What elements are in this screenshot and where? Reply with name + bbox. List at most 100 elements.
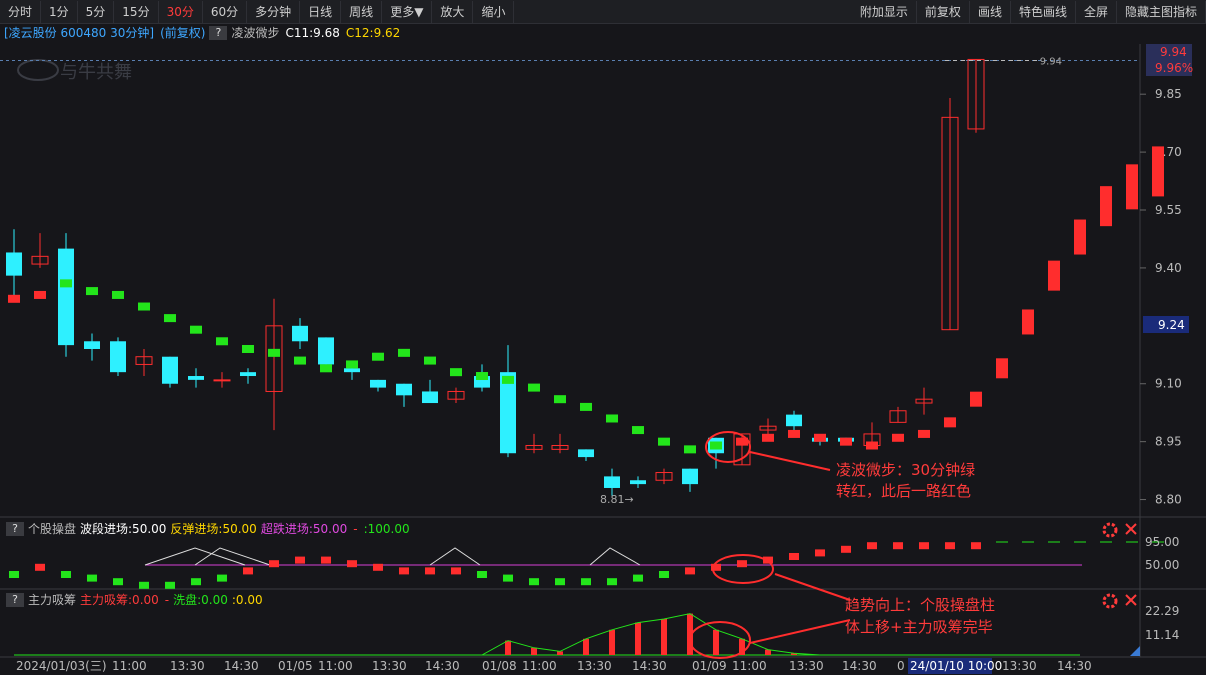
lingbo-mark-36 [944, 417, 956, 428]
sub1-bar-17 [451, 567, 461, 575]
sub1-zigzag-2 [429, 547, 481, 566]
sub1-zigzag-1 [194, 547, 271, 566]
lingbo-mark-16 [424, 356, 436, 365]
stock-chart-app: 分时 1分 5分 15分 30分 60分 多分钟 日线 周线 更多▼ 放大 缩小 附加显示 前复权 画线特… [0, 0, 1206, 675]
lingbo-mark-44 [1152, 146, 1164, 197]
sub1-name[interactable]: 个股操盘 [28, 521, 76, 537]
close-icon-1[interactable] [1125, 523, 1137, 535]
time-label-7: 14:30 [425, 659, 460, 673]
candle-body-6 [162, 356, 178, 384]
sub2-tick-11: 11.14 [1145, 628, 1179, 642]
sub2-bar-19 [505, 640, 511, 655]
gear-icon-2[interactable] [1102, 593, 1118, 609]
lingbo-mark-13 [346, 360, 358, 369]
sub1-tick-50: 50.00 [1145, 558, 1179, 572]
sub1-bar-20 [529, 578, 539, 586]
lingbo-mark-27 [710, 441, 722, 450]
candle-body-3 [84, 341, 100, 349]
candle-body-0 [6, 252, 22, 276]
lingbo-mark-12 [320, 364, 332, 373]
sub2-name[interactable]: 主力吸筹 [28, 592, 76, 608]
sub1-bar-12 [321, 556, 331, 564]
sub2-tick-22: 22.29 [1145, 604, 1179, 618]
sub1-bar-36 [945, 542, 955, 550]
time-label-14: 13:30 [789, 659, 824, 673]
annot-text-sub-2: 体上移+主力吸筹完毕 [845, 618, 993, 636]
sub1-bar-9 [243, 567, 253, 575]
sub1-bar-30 [789, 553, 799, 560]
lingbo-mark-33 [866, 441, 878, 450]
candle-body-19 [500, 372, 516, 454]
sub1-bar-35 [919, 542, 929, 550]
sub2-l2: - [164, 593, 170, 607]
sub1-l5: :100.00 [363, 522, 410, 536]
sub1-bar-24 [633, 574, 643, 582]
candle-body-2 [58, 248, 74, 346]
top-price-text: 9.94 [1160, 45, 1187, 59]
sub2-help-icon[interactable]: ? [6, 593, 24, 607]
lingbo-mark-14 [372, 352, 384, 361]
sub1-bar-11 [295, 556, 305, 564]
sub1-bar-8 [217, 574, 227, 582]
sub1-bar-5 [139, 581, 149, 589]
sub1-bar-33 [867, 542, 877, 550]
watermark-logo [17, 59, 59, 81]
lingbo-mark-43 [1126, 164, 1138, 210]
time-label-6: 13:30 [372, 659, 407, 673]
sub1-bar-13 [347, 560, 357, 568]
candle-body-11 [292, 325, 308, 342]
sub1-bar-23 [607, 578, 617, 586]
resize-corner-icon[interactable] [1130, 646, 1140, 656]
candle-body-9 [240, 372, 256, 377]
candle-body-12 [318, 337, 334, 365]
lingbo-mark-37 [970, 391, 982, 407]
lingbo-mark-15 [398, 348, 410, 357]
sub1-bar-28 [737, 560, 747, 568]
price-tick-label-9: 8.80 [1155, 493, 1182, 507]
lingbo-mark-31 [814, 433, 826, 442]
candle-body-4 [110, 341, 126, 373]
sub2-bar-21 [557, 651, 563, 655]
sub1-help-icon[interactable]: ? [6, 522, 24, 536]
sub1-bar-2 [61, 571, 71, 578]
lingbo-mark-5 [138, 302, 150, 311]
lingbo-mark-26 [684, 445, 696, 454]
lingbo-mark-22 [580, 402, 592, 411]
sub1-info-bar: ? 个股操盘 波段进场:50.00 反弹进场:50.00 超跌进场:50.00 … [2, 521, 410, 537]
sub2-bar-29 [765, 649, 771, 655]
annot-arrow-sub1 [774, 573, 851, 601]
sub1-bar-25 [659, 571, 669, 578]
sub2-bar-24 [635, 622, 641, 655]
sub2-l4: :0.00 [231, 593, 263, 607]
lingbo-mark-41 [1074, 219, 1086, 255]
price-tick-label-7: 9.10 [1155, 377, 1182, 391]
candle-body-26 [682, 468, 698, 485]
lingbo-mark-30 [788, 429, 800, 438]
lingbo-mark-21 [554, 395, 566, 404]
lingbo-mark-6 [164, 314, 176, 323]
price-tick-label-4: 9.55 [1155, 203, 1182, 217]
candle-body-30 [786, 414, 802, 427]
lingbo-mark-9 [242, 344, 254, 353]
sub2-l1: 主力吸筹:0.00 [80, 593, 159, 607]
lingbo-mark-20 [528, 383, 540, 392]
sub1-bar-26 [685, 567, 695, 575]
lingbo-mark-11 [294, 356, 306, 365]
sub1-bar-34 [893, 542, 903, 550]
limit-price-label: 9.94 [1040, 56, 1062, 67]
lingbo-mark-24 [632, 426, 644, 435]
chart-canvas[interactable]: 与牛共舞9.949.859.709.559.409.108.958.809.94… [0, 0, 1206, 675]
time-label-18: 13:30 [1002, 659, 1037, 673]
annot-text-main-2: 转红，此后一路红色 [836, 482, 971, 500]
lingbo-mark-35 [918, 429, 930, 438]
sub2-l3: 洗盘:0.00 [173, 593, 228, 607]
close-icon-2[interactable] [1125, 594, 1137, 606]
time-label-8: 01/08 [482, 659, 517, 673]
time-cursor-label: 24/01/10 10:00 [910, 659, 1002, 673]
time-label-0: 2024/01/03(三) [16, 659, 107, 673]
sub1-l4: - [353, 522, 358, 536]
price-tick-label-5: 9.40 [1155, 261, 1182, 275]
lingbo-mark-18 [476, 372, 488, 381]
gear-icon-1[interactable] [1102, 522, 1118, 538]
lingbo-mark-8 [216, 337, 228, 346]
